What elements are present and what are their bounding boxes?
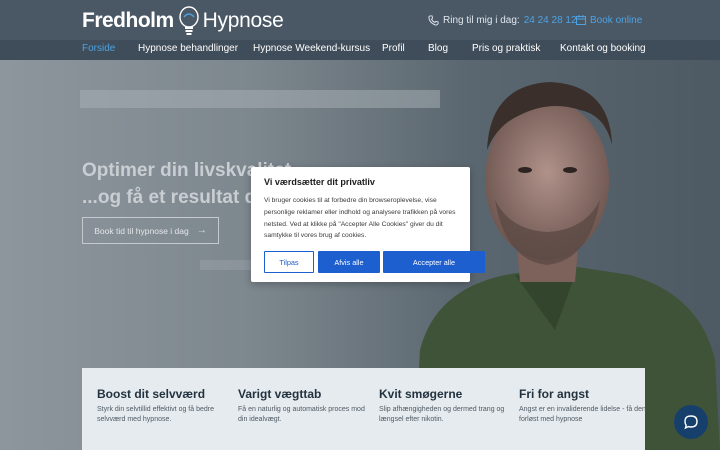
card-title: Kvit smøgerne [379,387,463,401]
hero-title-line2: ...og få et resultat der [82,187,275,208]
phone-number[interactable]: 24 24 28 12 [524,15,577,26]
book-session-label: Book tid til hypnose i dag [94,225,189,236]
card-text: Angst er en invaliderende lidelse - få d… [519,406,646,423]
accept-all-button[interactable]: Accepter alle [383,251,485,273]
customize-cookies-button[interactable]: Tilpas [264,251,314,273]
header-top-bar: Fredholm Hypnose Ring til mig i dag: 24 … [0,0,720,40]
nav-item-forside[interactable]: Forside [82,43,115,54]
main-nav: Forside Hypnose behandlinger Hypnose Wee… [0,40,720,60]
site-header: Fredholm Hypnose Ring til mig i dag: 24 … [0,0,720,60]
cookie-dialog-text: Vi bruger cookies til at forbedre din br… [264,197,456,240]
card-title: Varigt vægttab [238,387,322,401]
call-label: Ring til mig i dag: [443,14,520,26]
book-online-label: Book online [590,14,643,26]
cookie-consent-dialog: Vi værdsætter dit privatliv Vi bruger co… [251,167,485,282]
logo-subtitle: Hypnose [202,9,284,32]
nav-item-kontakt-og-booking[interactable]: Kontakt og booking [560,43,646,54]
arrow-right-icon: → [196,225,207,236]
nav-item-weekend-kursus[interactable]: Hypnose Weekend-kursus [253,43,370,54]
background-shelf [80,90,440,108]
phone-icon [428,14,439,26]
card-text: Få en naturlig og automatisk proces mod … [238,406,365,423]
chat-button[interactable] [674,405,708,439]
book-online-link[interactable]: Book online [576,13,642,27]
nav-item-blog[interactable]: Blog [428,43,448,54]
logo-name: Fredholm [82,9,174,32]
lightbulb-head-icon [178,6,199,35]
feature-cards: Boost dit selvværd Styrk din selvtillid … [82,368,646,450]
reject-all-button[interactable]: Afvis alle [318,251,380,273]
book-session-button[interactable]: Book tid til hypnose i dag → [82,217,219,244]
nav-item-profil[interactable]: Profil [382,43,405,54]
chat-bubble-icon [684,415,698,430]
card-title: Fri for angst [519,387,590,401]
nav-item-hypnose-behandlinger[interactable]: Hypnose behandlinger [138,43,238,54]
nav-item-pris-og-praktisk[interactable]: Pris og praktisk [472,43,540,54]
call-info[interactable]: Ring til mig i dag: 24 24 28 12 [428,13,577,27]
cookie-dialog-title: Vi værdsætter dit privatliv [264,177,375,187]
card-title: Boost dit selvværd [97,387,206,401]
calendar-icon [576,15,586,25]
card-text: Styrk din selvtillid effektivt og få bed… [97,406,214,423]
site-logo[interactable]: Fredholm Hypnose [82,6,284,36]
card-text: Slip afhængigheden og dermed trang og læ… [379,406,505,423]
